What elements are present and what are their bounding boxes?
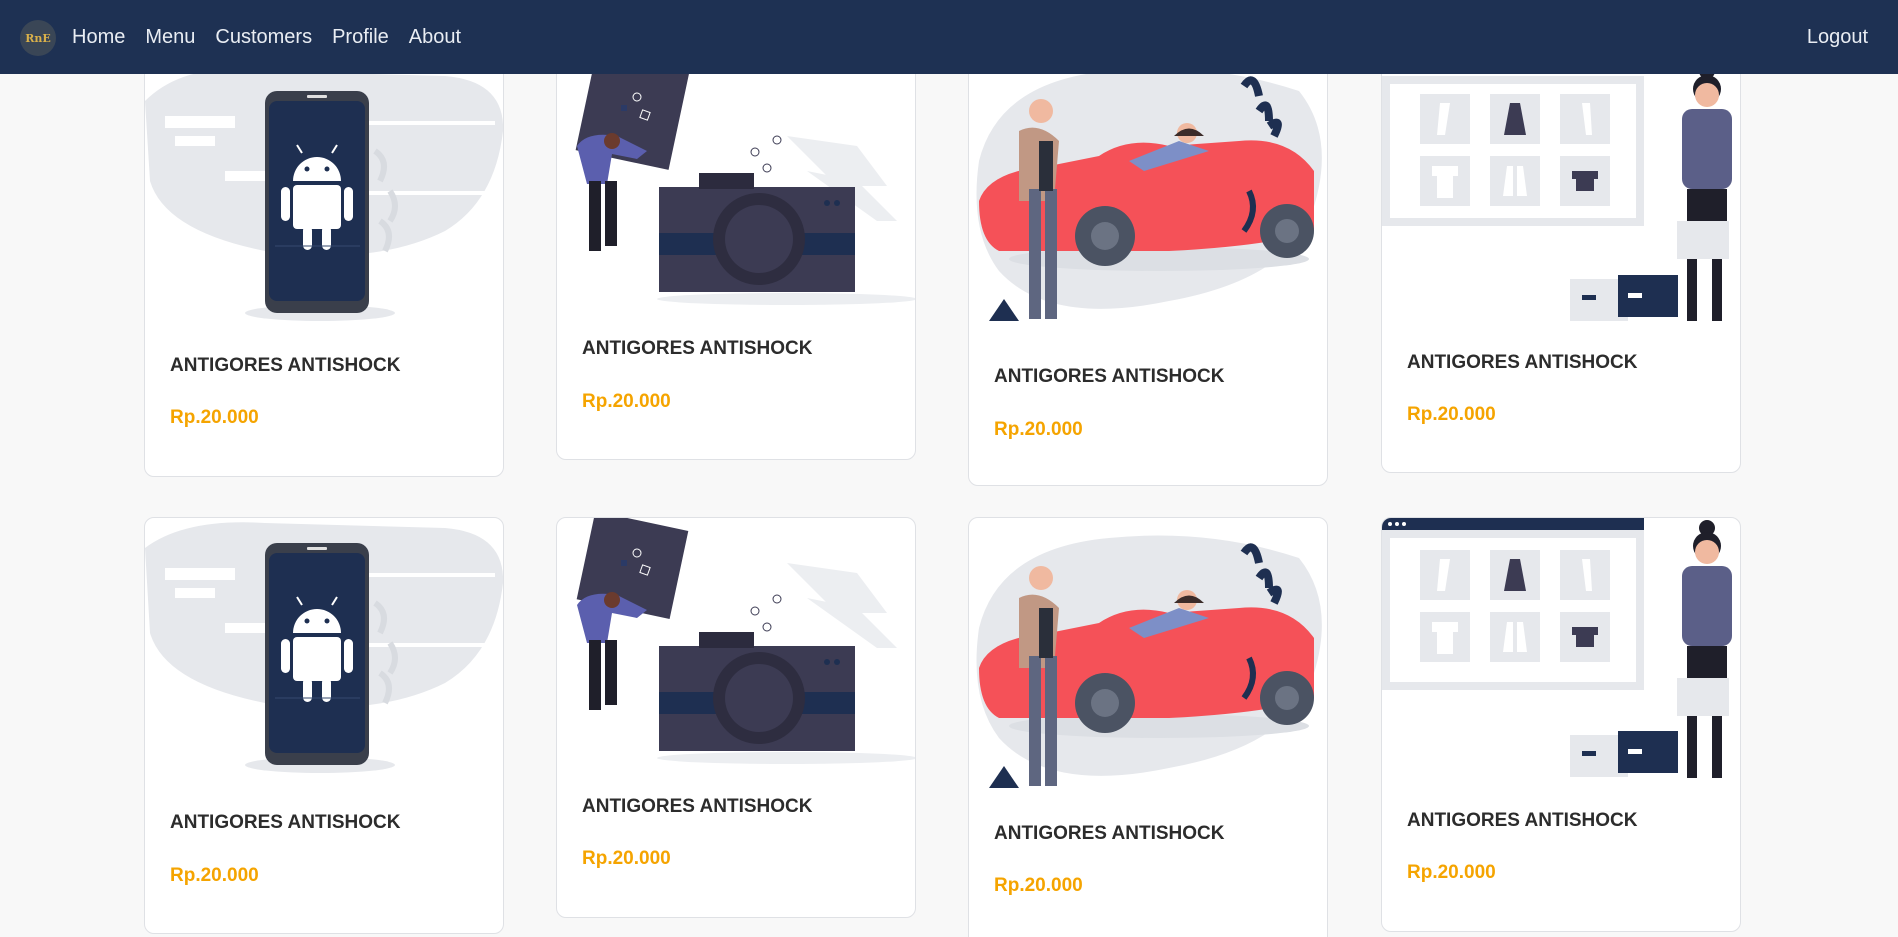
product-card[interactable]: ANTIGORES ANTISHOCK Rp.20.000 (144, 517, 504, 934)
top-navbar: RnE Home Menu Customers Profile About Lo… (0, 0, 1898, 74)
product-card[interactable]: ANTIGORES ANTISHOCK Rp.20.000 (1381, 517, 1741, 932)
product-price: Rp.20.000 (170, 865, 259, 886)
red-car-illustration (976, 535, 1322, 788)
product-title: ANTIGORES ANTISHOCK (582, 338, 813, 359)
product-price: Rp.20.000 (1407, 404, 1496, 425)
logout-button[interactable]: Logout (1807, 0, 1868, 74)
nav-link-about[interactable]: About (409, 26, 461, 49)
android-phone-illustration (145, 522, 503, 773)
product-card[interactable]: ANTIGORES ANTISHOCK Rp.20.000 (968, 517, 1328, 937)
nav-links: Home Menu Customers Profile About (72, 0, 481, 74)
product-title: ANTIGORES ANTISHOCK (170, 812, 401, 833)
camera-illustration (576, 518, 915, 764)
product-card[interactable]: ANTIGORES ANTISHOCK Rp.20.000 (556, 40, 916, 460)
product-title: ANTIGORES ANTISHOCK (994, 366, 1225, 387)
product-price: Rp.20.000 (170, 407, 259, 428)
clothing-shop-illustration (1382, 63, 1732, 321)
clothing-shop-illustration (1382, 518, 1732, 778)
product-card[interactable]: ANTIGORES ANTISHOCK Rp.20.000 (556, 517, 916, 918)
brand-logo-text: RnE (25, 31, 51, 45)
nav-link-home[interactable]: Home (72, 26, 125, 49)
product-card[interactable]: ANTIGORES ANTISHOCK Rp.20.000 (144, 40, 504, 477)
android-phone-illustration (145, 69, 503, 321)
camera-illustration (575, 52, 915, 305)
product-title: ANTIGORES ANTISHOCK (1407, 352, 1638, 373)
product-price: Rp.20.000 (1407, 862, 1496, 883)
product-title: ANTIGORES ANTISHOCK (170, 355, 401, 376)
product-title: ANTIGORES ANTISHOCK (1407, 810, 1638, 831)
product-price: Rp.20.000 (582, 848, 671, 869)
nav-link-profile[interactable]: Profile (332, 26, 389, 49)
nav-link-customers[interactable]: Customers (215, 26, 312, 49)
product-price: Rp.20.000 (994, 875, 1083, 896)
product-price: Rp.20.000 (994, 419, 1083, 440)
product-title: ANTIGORES ANTISHOCK (582, 796, 813, 817)
red-car-illustration (976, 68, 1322, 321)
product-card[interactable]: ANTIGORES ANTISHOCK Rp.20.000 (1381, 40, 1741, 473)
product-card[interactable]: ANTIGORES ANTISHOCK Rp.20.000 (968, 40, 1328, 486)
nav-link-menu[interactable]: Menu (145, 26, 195, 49)
brand-logo[interactable]: RnE (20, 20, 56, 56)
product-price: Rp.20.000 (582, 391, 671, 412)
product-title: ANTIGORES ANTISHOCK (994, 823, 1225, 844)
